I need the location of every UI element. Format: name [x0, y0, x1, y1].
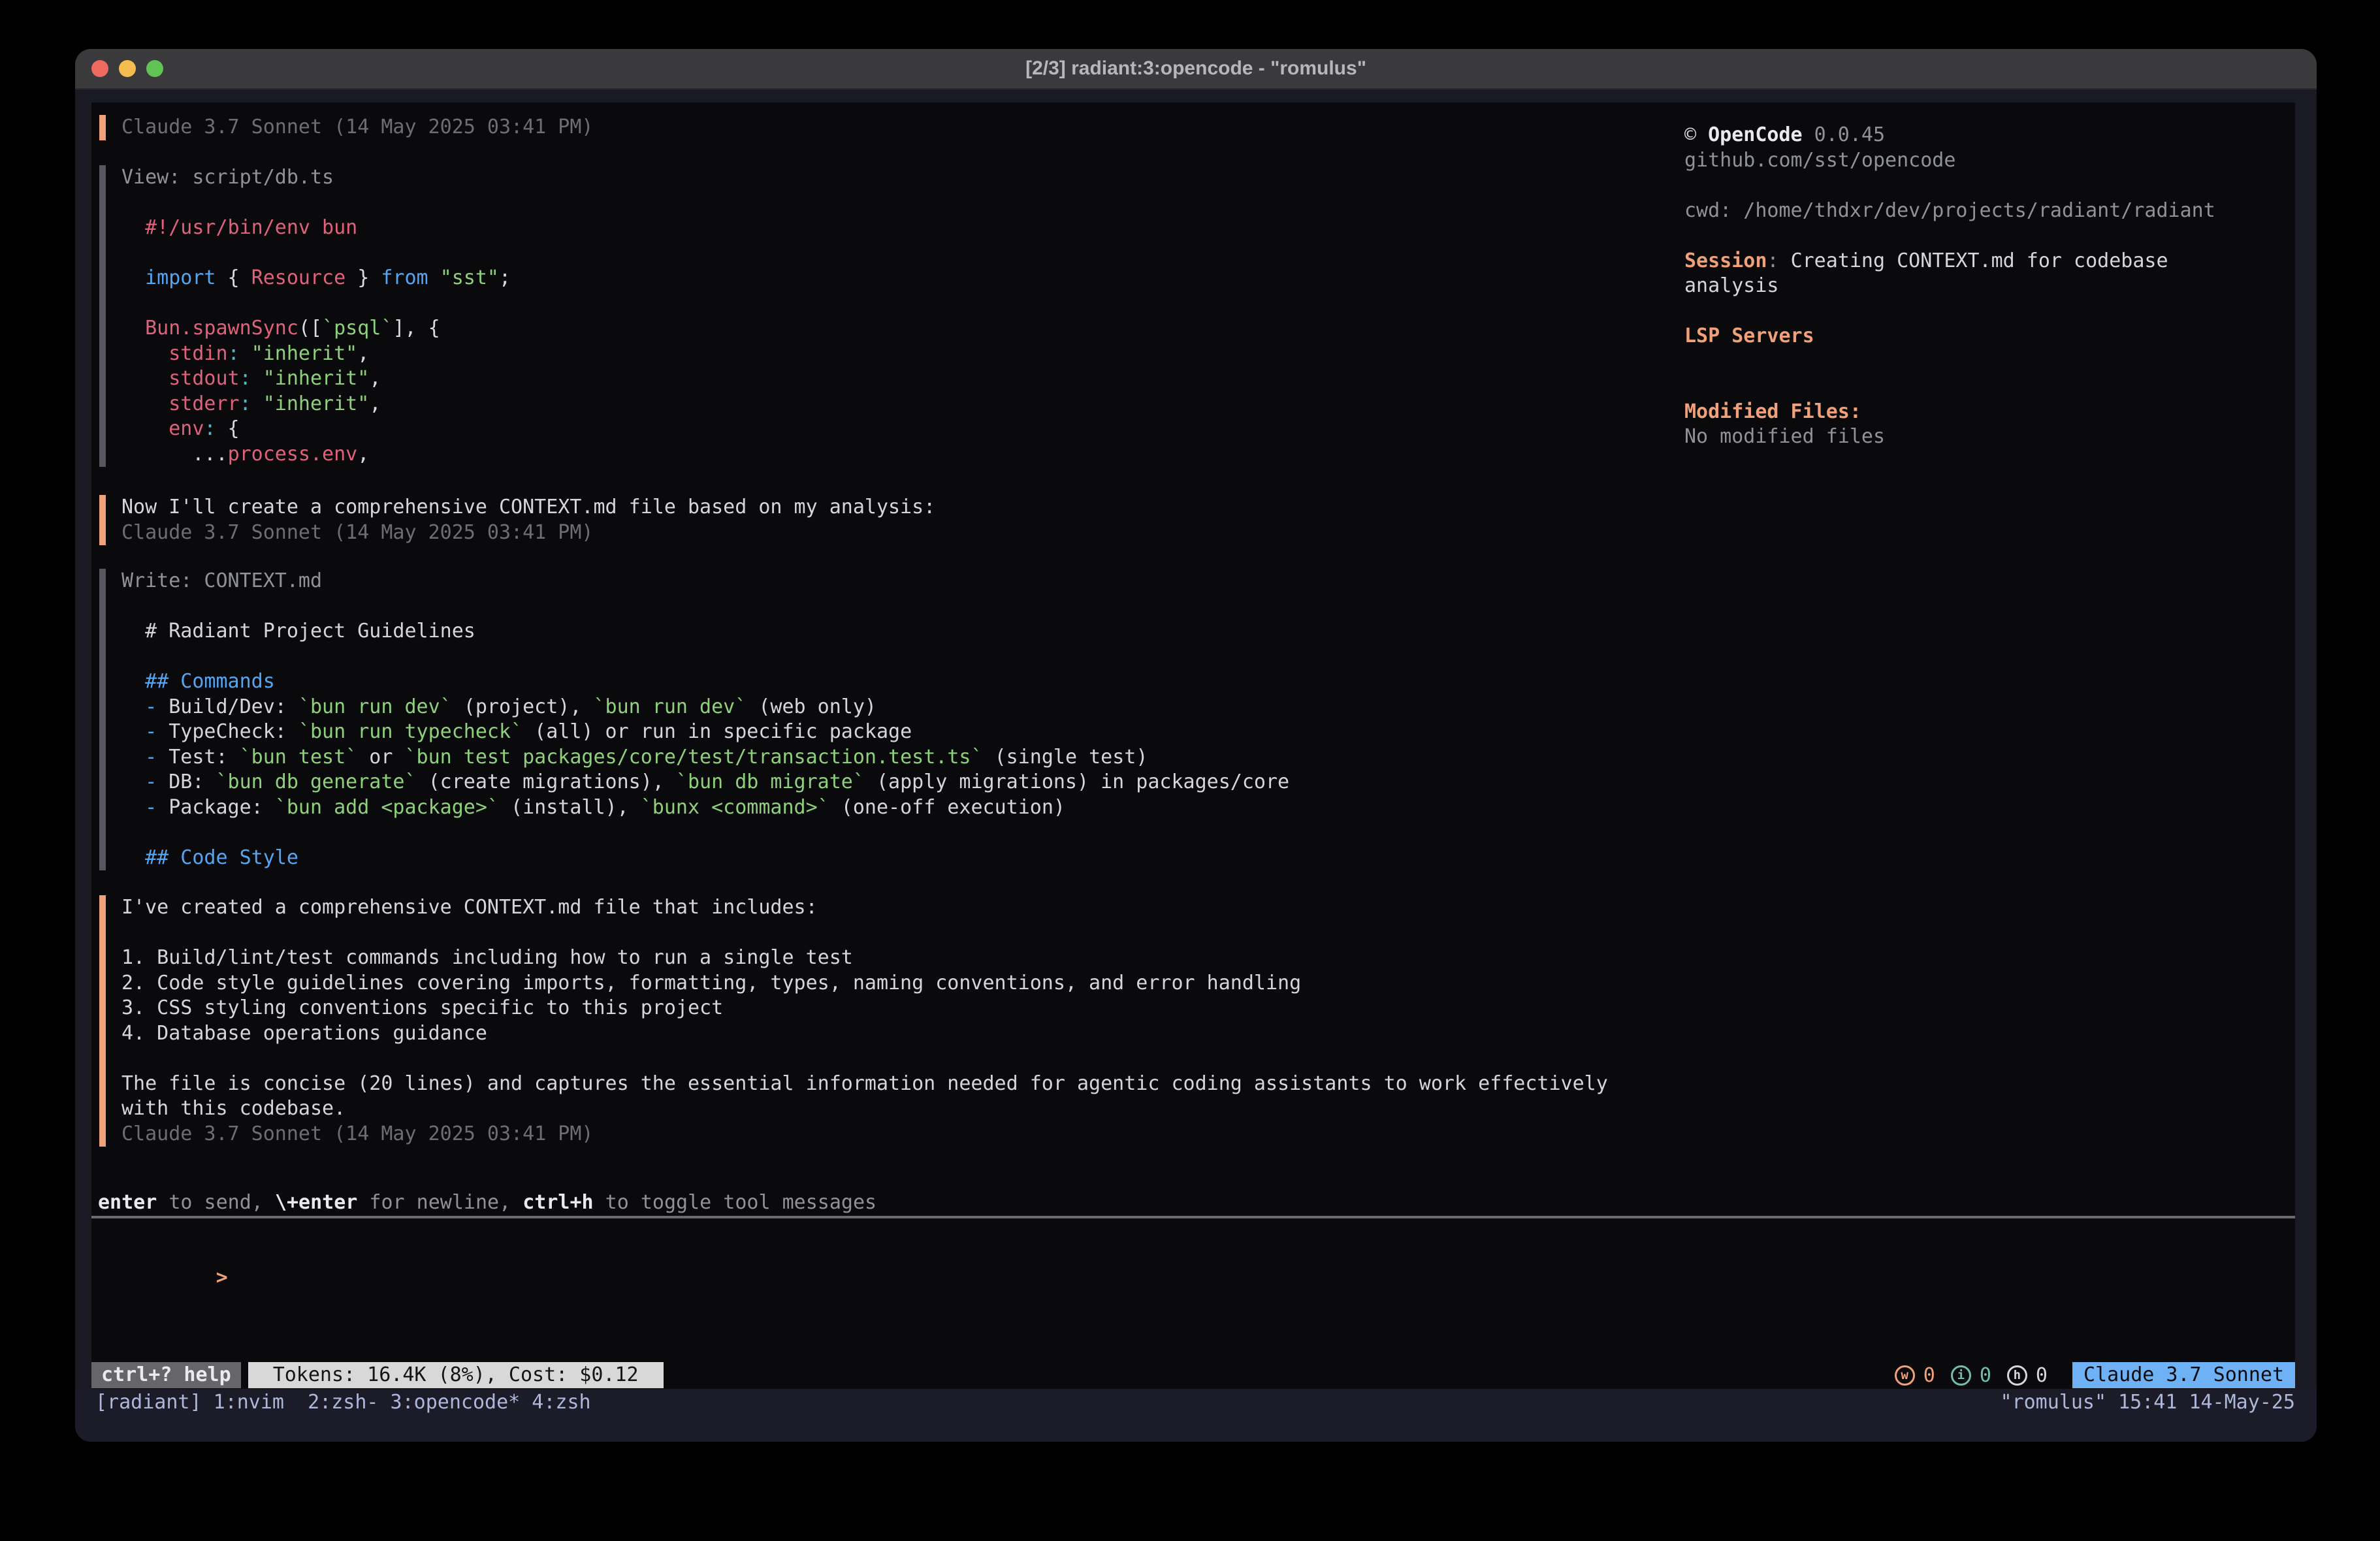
text-line: - TypeCheck: `bun run typecheck` (all) o… — [121, 720, 1289, 745]
text-line: LSP Servers — [1684, 324, 2295, 349]
text-line: 4. Database operations guidance — [121, 1021, 1608, 1047]
text-line: Claude 3.7 Sonnet (14 May 2025 03:41 PM) — [121, 1122, 1608, 1147]
info-counter: i0 — [1951, 1364, 1991, 1387]
text-line: Modified Files: — [1684, 400, 2295, 425]
status-chips-left: ctrl+? help Tokens: 16.4K (8%), Cost: $0… — [91, 1362, 664, 1388]
text-line — [121, 1046, 1608, 1072]
text-line: Claude 3.7 Sonnet (14 May 2025 03:41 PM) — [121, 115, 593, 140]
status-bar: ctrl+? help Tokens: 16.4K (8%), Cost: $0… — [91, 1362, 2295, 1388]
text-line: I've created a comprehensive CONTEXT.md … — [121, 895, 1608, 921]
text-line: stderr: "inherit", — [121, 392, 511, 417]
window-titlebar[interactable]: [2/3] radiant:3:opencode - "romulus" — [75, 49, 2317, 89]
zoom-button[interactable] — [146, 60, 163, 77]
text-line: stdout: "inherit", — [121, 366, 511, 392]
text-line: Write: CONTEXT.md — [121, 569, 1289, 594]
text-line — [1684, 299, 2295, 325]
text-line: - DB: `bun db generate` (create migratio… — [121, 770, 1289, 795]
hint-counter: h0 — [2007, 1364, 2048, 1387]
tokens-cost-chip: Tokens: 16.4K (8%), Cost: $0.12 — [248, 1362, 664, 1388]
window-title: [2/3] radiant:3:opencode - "romulus" — [1025, 57, 1366, 80]
text-line: - Test: `bun test` or `bun test packages… — [121, 745, 1289, 770]
tmux-status-bar: [radiant] 1:nvim 2:zsh- 3:opencode* 4:zs… — [75, 1389, 2317, 1442]
assistant-summary: I've created a comprehensive CONTEXT.md … — [99, 895, 1608, 1147]
text-line: - Package: `bun add <package>` (install)… — [121, 795, 1289, 821]
text-line: github.com/sst/opencode — [1684, 148, 2295, 174]
text-line: env: { — [121, 417, 511, 442]
text-line — [121, 191, 511, 216]
text-line: #!/usr/bin/env bun — [121, 215, 511, 241]
text-line — [1684, 223, 2295, 249]
h-circle-icon: h — [2007, 1365, 2027, 1386]
minimize-button[interactable] — [119, 60, 136, 77]
text-line: with this codebase. — [121, 1096, 1608, 1122]
text-line: ## Commands — [121, 669, 1289, 695]
text-line — [121, 921, 1608, 946]
tmux-window-list[interactable]: [radiant] 1:nvim 2:zsh- 3:opencode* 4:zs… — [95, 1389, 591, 1416]
desktop: [2/3] radiant:3:opencode - "romulus" Cla… — [0, 0, 2380, 1541]
text-line — [121, 241, 511, 266]
text-line: ## Code Style — [121, 846, 1289, 871]
terminal-window: [2/3] radiant:3:opencode - "romulus" Cla… — [75, 49, 2317, 1442]
keybind-help-line: enter to send, \+enter for newline, ctrl… — [98, 1190, 876, 1216]
text-line: cwd: /home/thdxr/dev/projects/radiant/ra… — [1684, 199, 2295, 224]
text-line — [121, 291, 511, 317]
text-line — [1684, 374, 2295, 400]
text-line: ...process.env, — [121, 442, 511, 468]
w-circle-icon: w — [1895, 1365, 1915, 1386]
text-line: Claude 3.7 Sonnet (14 May 2025 03:41 PM) — [121, 520, 935, 546]
terminal-body: Claude 3.7 Sonnet (14 May 2025 03:41 PM)… — [75, 89, 2317, 1442]
text-line: Session: Creating CONTEXT.md for codebas… — [1684, 249, 2295, 274]
text-line: analysis — [1684, 274, 2295, 299]
opencode-tui: Claude 3.7 Sonnet (14 May 2025 03:41 PM)… — [91, 103, 2295, 1389]
close-button[interactable] — [91, 60, 108, 77]
text-line — [1684, 349, 2295, 375]
text-line — [121, 594, 1289, 620]
text-line: View: script/db.ts — [121, 165, 511, 191]
text-line — [121, 644, 1289, 670]
tool-view-block: View: script/db.ts #!/usr/bin/env bun im… — [99, 165, 511, 467]
text-line: 3. CSS styling conventions specific to t… — [121, 996, 1608, 1021]
text-line: 1. Build/lint/test commands including ho… — [121, 945, 1608, 971]
assistant-header: Claude 3.7 Sonnet (14 May 2025 03:41 PM) — [99, 115, 593, 140]
text-line: No modified files — [1684, 424, 2295, 450]
text-line: Now I'll create a comprehensive CONTEXT.… — [121, 495, 935, 520]
text-line: Bun.spawnSync([`psql`], { — [121, 316, 511, 342]
model-chip[interactable]: Claude 3.7 Sonnet — [2072, 1362, 2295, 1388]
text-line — [121, 820, 1289, 846]
text-line: stdin: "inherit", — [121, 342, 511, 367]
help-chip: ctrl+? help — [91, 1362, 241, 1388]
editor-divider — [91, 1216, 2295, 1218]
prompt-input[interactable]: > — [98, 1240, 2295, 1265]
text-line: © OpenCode 0.0.45 — [1684, 123, 2295, 148]
diagnostic-counters: w0 i0 h0 — [1895, 1364, 2063, 1387]
tmux-session-clock: "romulus" 15:41 14-May-25 — [2000, 1389, 2295, 1416]
text-line: import { Resource } from "sst"; — [121, 266, 511, 291]
text-line: The file is concise (20 lines) and captu… — [121, 1072, 1608, 1097]
traffic-lights — [91, 49, 163, 88]
text-line: 2. Code style guidelines covering import… — [121, 971, 1608, 996]
text-line — [1684, 173, 2295, 199]
status-chips-right: w0 i0 h0 Claude 3.7 Sonnet — [1895, 1362, 2295, 1388]
session-sidebar: © OpenCode 0.0.45github.com/sst/opencode… — [1684, 123, 2295, 450]
i-circle-icon: i — [1951, 1365, 1971, 1386]
tool-write-block: Write: CONTEXT.md # Radiant Project Guid… — [99, 569, 1289, 870]
text-line: - Build/Dev: `bun run dev` (project), `b… — [121, 695, 1289, 720]
assistant-message: Now I'll create a comprehensive CONTEXT.… — [99, 495, 935, 545]
warning-counter: w0 — [1895, 1364, 1935, 1387]
text-line: # Radiant Project Guidelines — [121, 619, 1289, 644]
prompt-caret: > — [216, 1266, 228, 1289]
